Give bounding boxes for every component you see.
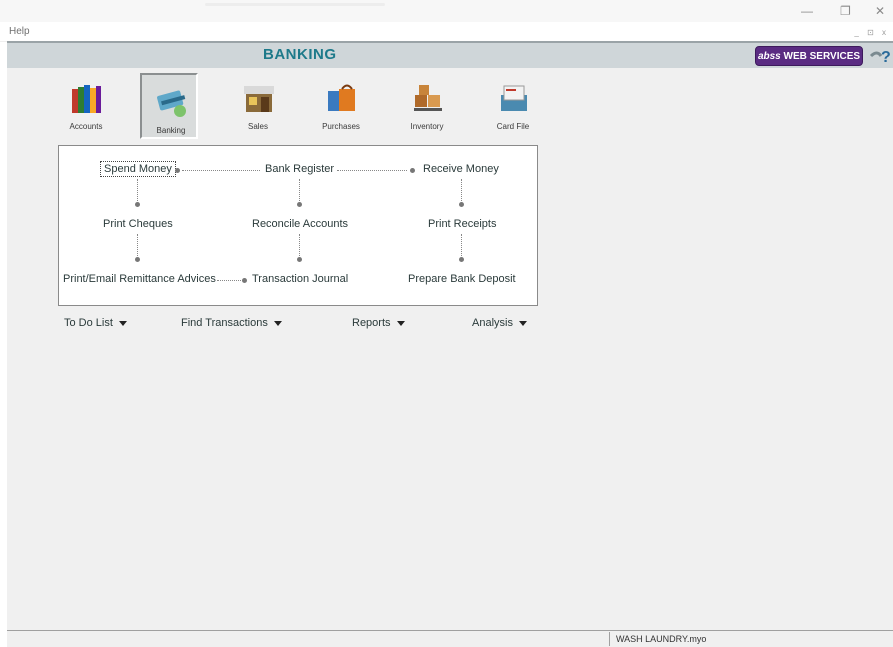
page-title: BANKING — [263, 46, 337, 63]
prepare-bank-deposit-link[interactable]: Prepare Bank Deposit — [408, 273, 516, 285]
help-icon[interactable]: ? — [869, 44, 891, 66]
caret-down-icon — [518, 320, 527, 326]
connector-line — [137, 179, 138, 201]
transaction-journal-link[interactable]: Transaction Journal — [252, 273, 348, 285]
connector-dot — [459, 202, 464, 207]
find-transactions-dropdown[interactable]: Find Transactions — [181, 317, 282, 329]
menu-help[interactable]: Help — [9, 26, 30, 37]
connector-dot — [297, 257, 302, 262]
restore-button[interactable]: ❐ — [840, 4, 851, 18]
module-inventory[interactable]: Inventory — [398, 71, 456, 137]
module-card-file[interactable]: Card File — [484, 71, 542, 137]
company-file-name: WASH LAUNDRY.myo — [609, 632, 889, 646]
connector-dot — [135, 202, 140, 207]
connector-dot — [297, 202, 302, 207]
window-titlebar: — ❐ ✕ — [0, 0, 893, 22]
connector-dot — [135, 257, 140, 262]
bank-register-link[interactable]: Bank Register — [265, 163, 334, 175]
connector-line — [137, 234, 138, 256]
module-label: Inventory — [410, 122, 444, 131]
todo-list-dropdown[interactable]: To Do List — [64, 317, 127, 329]
connector-line — [182, 170, 260, 171]
module-label: Sales — [247, 122, 268, 131]
dropdown-label: Find Transactions — [181, 317, 268, 329]
module-sales[interactable]: Sales — [229, 71, 287, 137]
caret-down-icon — [118, 320, 127, 326]
module-accounts[interactable]: Accounts — [57, 71, 115, 137]
caret-down-icon — [273, 320, 282, 326]
minimize-button[interactable]: — — [801, 4, 813, 18]
books-icon — [72, 85, 101, 113]
menu-bar: Help _ ⊡ x — [0, 23, 893, 42]
banking-flow-panel: Spend Money Bank Register Receive Money … — [58, 145, 538, 306]
connector-line — [299, 234, 300, 256]
dropdown-label: To Do List — [64, 317, 113, 329]
titlebar-strip — [205, 3, 385, 6]
shopping-bags-icon — [328, 84, 355, 111]
close-button[interactable]: ✕ — [875, 4, 885, 18]
module-label: Accounts — [69, 122, 103, 131]
card-file-icon — [501, 85, 527, 111]
module-label: Purchases — [322, 122, 360, 131]
status-bar: WASH LAUNDRY.myo — [7, 630, 893, 647]
connector-line — [461, 179, 462, 201]
abss-logo-text: abss — [757, 51, 781, 62]
dropdown-label: Reports — [352, 317, 391, 329]
connector-line — [217, 280, 241, 281]
connector-line — [461, 234, 462, 256]
module-purchases[interactable]: Purchases — [312, 71, 370, 137]
dropdown-label: Analysis — [472, 317, 513, 329]
mdi-window-controls[interactable]: _ ⊡ x — [854, 28, 889, 37]
connector-dot — [459, 257, 464, 262]
spend-money-link[interactable]: Spend Money — [100, 161, 176, 177]
boxes-trolley-icon — [414, 85, 442, 111]
module-banking[interactable]: Banking — [140, 73, 198, 139]
connector-line — [337, 170, 407, 171]
command-centre: BANKING abss WEB SERVICES ? Accounts Ban… — [7, 41, 893, 632]
reports-dropdown[interactable]: Reports — [352, 317, 405, 329]
module-label: Banking — [156, 126, 186, 135]
connector-line — [299, 179, 300, 201]
caret-down-icon — [396, 320, 405, 326]
module-label: Card File — [496, 122, 530, 131]
print-receipts-link[interactable]: Print Receipts — [428, 218, 496, 230]
analysis-dropdown[interactable]: Analysis — [472, 317, 527, 329]
command-centre-header: BANKING abss WEB SERVICES ? — [7, 41, 893, 68]
receive-money-link[interactable]: Receive Money — [423, 163, 499, 175]
connector-dot — [410, 168, 415, 173]
print-email-remittance-link[interactable]: Print/Email Remittance Advices — [63, 273, 216, 285]
web-services-text: WEB SERVICES — [780, 51, 861, 62]
print-cheques-link[interactable]: Print Cheques — [103, 218, 173, 230]
abss-web-services-button[interactable]: abss WEB SERVICES — [755, 46, 863, 66]
bank-card-icon — [157, 90, 186, 117]
svg-text:?: ? — [881, 49, 891, 66]
reconcile-accounts-link[interactable]: Reconcile Accounts — [252, 218, 348, 230]
connector-dot — [242, 278, 247, 283]
shop-icon — [244, 86, 274, 112]
connector-dot — [175, 168, 180, 173]
